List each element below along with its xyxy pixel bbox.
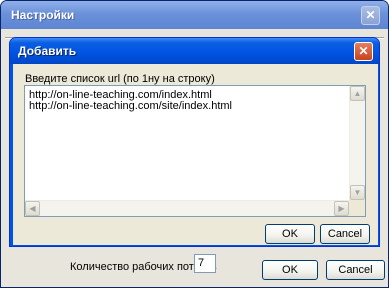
add-dialog-ok-button[interactable]: OK <box>265 224 315 244</box>
url-list-textarea[interactable]: http://on-line-teaching.com/index.html h… <box>24 85 366 217</box>
settings-cancel-button[interactable]: Cancel <box>326 260 385 280</box>
url-line: http://on-line-teaching.com/site/index.h… <box>29 100 232 112</box>
add-urls-dialog: Добавить ✕ Введите список url (по 1ну на… <box>9 37 380 247</box>
url-list-prompt: Введите список url (по 1ну на строку) <box>25 73 215 85</box>
add-dialog-close-button[interactable]: ✕ <box>354 42 373 61</box>
scroll-right-icon[interactable]: ▶ <box>334 201 349 216</box>
worker-threads-input[interactable]: 7 <box>194 254 216 273</box>
url-list-lines: http://on-line-teaching.com/index.html h… <box>29 90 349 112</box>
vertical-scrollbar[interactable]: ▲ ▼ <box>349 86 365 200</box>
scrollbar-corner <box>349 200 365 216</box>
settings-titlebar[interactable]: Настройки ✕ <box>1 1 388 29</box>
horizontal-scrollbar[interactable]: ◀ ▶ <box>25 200 365 216</box>
settings-window-title: Настройки <box>11 8 75 22</box>
add-dialog-body: Введите список url (по 1ну на строку) ht… <box>13 64 378 245</box>
scroll-down-icon[interactable]: ▼ <box>350 185 365 200</box>
add-dialog-title: Добавить <box>18 44 77 58</box>
add-dialog-titlebar[interactable]: Добавить ✕ <box>10 38 379 64</box>
settings-ok-button[interactable]: OK <box>262 260 318 280</box>
settings-close-button[interactable]: ✕ <box>361 6 380 25</box>
scroll-up-icon[interactable]: ▲ <box>350 86 365 101</box>
scroll-left-icon[interactable]: ◀ <box>25 201 40 216</box>
close-icon: ✕ <box>365 8 376 22</box>
add-dialog-cancel-button[interactable]: Cancel <box>320 224 370 244</box>
close-icon: ✕ <box>358 44 369 58</box>
